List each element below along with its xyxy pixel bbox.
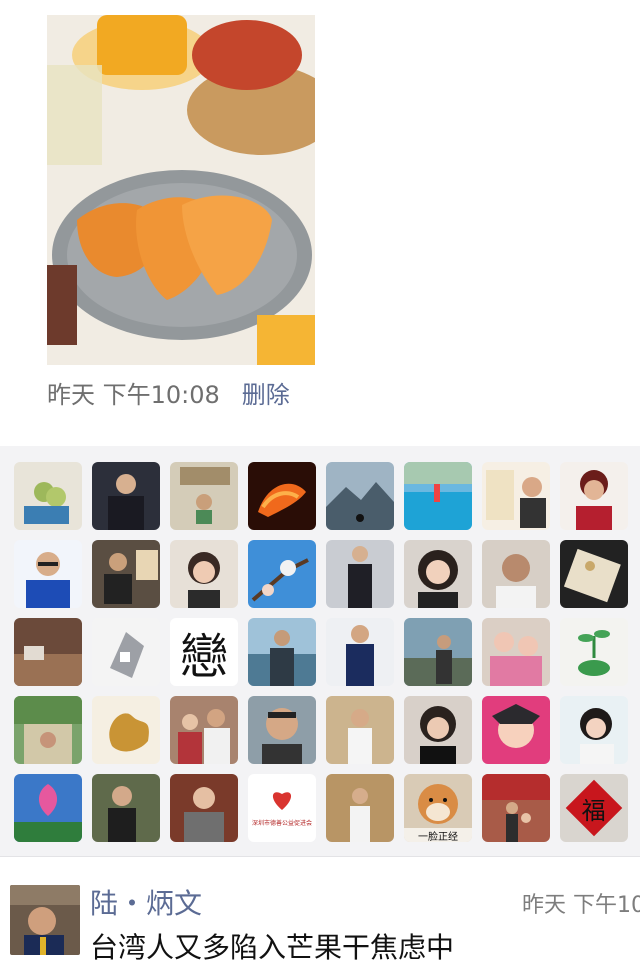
divider xyxy=(0,856,640,857)
avatar-man-seated[interactable] xyxy=(92,540,160,608)
avatar-woman-red-portrait[interactable] xyxy=(560,462,628,530)
avatar-grapes-icon[interactable] xyxy=(14,462,82,530)
avatar-opera-face[interactable] xyxy=(482,696,550,764)
avatar-two-people[interactable] xyxy=(170,696,238,764)
avatar-woman-coat[interactable] xyxy=(170,774,238,842)
avatar-tea-cup[interactable] xyxy=(560,540,628,608)
next-post-text[interactable]: 台湾人又多陷入芒果干焦虑中 xyxy=(90,926,454,966)
avatar-calligraphy[interactable]: 戀 xyxy=(170,618,238,686)
next-post-author[interactable]: 陆・炳文 xyxy=(90,882,202,922)
avatar-office-photo[interactable] xyxy=(170,462,238,530)
avatar-man-hat[interactable] xyxy=(326,696,394,764)
avatar-man-portrait[interactable] xyxy=(482,540,550,608)
post-meta: 昨天 下午10:08 删除 xyxy=(47,375,290,409)
next-post-time: 昨天 下午10 xyxy=(522,893,640,918)
avatar-charity-logo[interactable]: 深圳市德善公益促进会 xyxy=(248,774,316,842)
avatar-shiba-dog[interactable]: 一脸正经 xyxy=(404,774,472,842)
avatar-man-stage[interactable] xyxy=(326,774,394,842)
avatar-garden-people[interactable] xyxy=(14,696,82,764)
avatar-lotus-flower[interactable] xyxy=(14,774,82,842)
avatar-man-street[interactable] xyxy=(404,618,472,686)
fu-text: 福 xyxy=(582,796,606,825)
avatar-man-smiling[interactable] xyxy=(248,696,316,764)
avatar-woman-phone[interactable] xyxy=(92,774,160,842)
avatar-pool-photo[interactable] xyxy=(404,462,472,530)
dog-caption: 一脸正经 xyxy=(404,828,472,842)
avatar-family-street[interactable] xyxy=(482,774,550,842)
avatar-plant-hand[interactable] xyxy=(560,618,628,686)
post-time: 昨天 下午10:08 xyxy=(47,380,220,409)
calligraphy-text: 戀 xyxy=(179,629,228,685)
avatar-phoenix-art[interactable] xyxy=(92,696,160,764)
avatar-woman-white[interactable] xyxy=(560,696,628,764)
avatar-fu-character[interactable]: 福 xyxy=(560,774,628,842)
avatar-man-in-suit[interactable] xyxy=(92,462,160,530)
next-post-avatar[interactable] xyxy=(10,885,80,955)
avatar-woman-with-box[interactable] xyxy=(482,462,550,530)
avatar-flower-branch[interactable] xyxy=(248,540,316,608)
avatar-man-pose[interactable] xyxy=(326,618,394,686)
avatar-fire-horse[interactable] xyxy=(248,462,316,530)
likes-panel: 戀 深圳市德善公益促进会 一脸正经 福 xyxy=(0,446,640,856)
avatar-man-beach[interactable] xyxy=(248,618,316,686)
avatar-girls-photo[interactable] xyxy=(482,618,550,686)
avatar-woman-close[interactable] xyxy=(404,696,472,764)
avatar-woman-portrait[interactable] xyxy=(170,540,238,608)
avatar-man-glasses[interactable] xyxy=(14,540,82,608)
avatar-stone-lantern[interactable] xyxy=(92,618,160,686)
charity-logo-text: 深圳市德善公益促进会 xyxy=(251,820,312,827)
avatar-tea-table[interactable] xyxy=(14,618,82,686)
avatar-woman-closeup[interactable] xyxy=(404,540,472,608)
fu-diamond: 福 xyxy=(565,779,623,837)
avatar-mountain-silhouette[interactable] xyxy=(326,462,394,530)
avatar-man-standing[interactable] xyxy=(326,540,394,608)
mango-photo xyxy=(47,15,315,365)
delete-link[interactable]: 删除 xyxy=(242,375,290,410)
post-image[interactable] xyxy=(47,15,315,365)
